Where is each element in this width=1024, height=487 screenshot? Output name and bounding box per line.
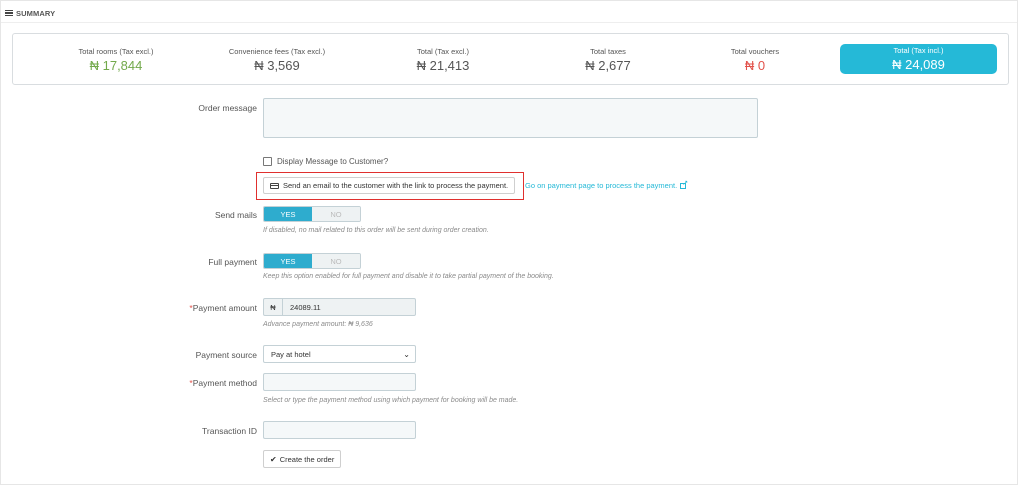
panel-title: SUMMARY (16, 8, 56, 18)
total-tax-incl-label: Total (Tax incl.) (893, 46, 944, 55)
total-vouchers: Total vouchers ₦ 0 (680, 34, 830, 86)
credit-card-icon (270, 182, 279, 189)
send-mails-help: If disabled, no mail related to this ord… (263, 227, 489, 234)
payment-method-label: *Payment method (189, 378, 257, 388)
payment-method-help: Select or type the payment method using … (263, 397, 519, 404)
external-link-icon (680, 179, 688, 189)
create-order-label: Create the order (279, 454, 335, 464)
order-message-textarea[interactable] (263, 98, 758, 138)
send-payment-email-label: Send an email to the customer with the l… (283, 181, 509, 190)
total-rooms: Total rooms (Tax excl.) ₦ 17,844 (41, 34, 191, 86)
display-message-option[interactable]: Display Message to Customer? (263, 157, 388, 166)
total-tax-excl-value: ₦ 21,413 (416, 58, 470, 73)
total-rooms-label: Total rooms (Tax excl.) (78, 47, 154, 56)
total-tax-excl: Total (Tax excl.) ₦ 21,413 (368, 34, 518, 86)
currency-symbol: ₦ (264, 299, 283, 315)
total-taxes: Total taxes ₦ 2,677 (533, 34, 683, 86)
order-message-label: Order message (198, 103, 257, 113)
total-vouchers-value: ₦ 0 (744, 58, 766, 73)
display-message-label: Display Message to Customer? (277, 157, 389, 166)
send-mails-toggle[interactable]: YES NO (263, 206, 361, 222)
checkmark-icon: ✔ (270, 454, 277, 464)
total-rooms-value: ₦ 17,844 (89, 58, 143, 73)
convenience-fees-value: ₦ 3,569 (254, 58, 300, 73)
transaction-id-input[interactable] (263, 421, 416, 439)
full-payment-yes[interactable]: YES (264, 254, 312, 268)
payment-page-link[interactable]: Go on payment page to process the paymen… (525, 179, 688, 191)
total-vouchers-label: Total vouchers (730, 47, 780, 56)
header-divider (1, 22, 1017, 23)
payment-source-value: Pay at hotel (271, 349, 311, 359)
total-tax-excl-label: Total (Tax excl.) (416, 47, 470, 56)
convenience-fees: Convenience fees (Tax excl.) ₦ 3,569 (202, 34, 352, 86)
chevron-down-icon: ⌄ (403, 349, 410, 359)
create-order-button[interactable]: ✔ Create the order (263, 450, 342, 468)
payment-amount-label-text: Payment amount (192, 303, 257, 313)
send-mails-label: Send mails (214, 210, 257, 220)
full-payment-no[interactable]: NO (312, 254, 360, 268)
send-mails-no[interactable]: NO (312, 207, 360, 221)
payment-page-link-text: Go on payment page to process the paymen… (525, 181, 678, 190)
send-mails-yes[interactable]: YES (264, 207, 312, 221)
full-payment-help: Keep this option enabled for full paymen… (263, 273, 554, 280)
convenience-fees-label: Convenience fees (Tax excl.) (228, 47, 326, 56)
payment-source-label: Payment source (195, 350, 257, 360)
payment-amount-input[interactable]: ₦ 24089.11 (263, 298, 416, 316)
transaction-id-label: Transaction ID (202, 426, 257, 436)
payment-amount-value: 24089.11 (290, 302, 321, 312)
advance-payment-help: Advance payment amount: ₦ 9,636 (263, 321, 373, 328)
full-payment-label: Full payment (208, 257, 257, 267)
total-tax-incl: Total (Tax incl.) ₦ 24,089 (840, 44, 997, 74)
payment-source-select[interactable]: Pay at hotel ⌄ (263, 345, 416, 363)
send-payment-email-button[interactable]: Send an email to the customer with the l… (263, 177, 516, 194)
payment-method-label-text: Payment method (192, 378, 257, 388)
display-message-checkbox[interactable] (263, 157, 272, 166)
total-tax-incl-value: ₦ 24,089 (892, 57, 945, 72)
total-taxes-label: Total taxes (590, 47, 626, 56)
payment-method-input[interactable] (263, 373, 416, 391)
list-icon (5, 10, 13, 16)
totals-summary: Total rooms (Tax excl.) ₦ 17,844 Conveni… (12, 33, 1009, 85)
full-payment-toggle[interactable]: YES NO (263, 253, 361, 269)
panel-header: SUMMARY (5, 6, 55, 20)
payment-amount-label: *Payment amount (189, 303, 257, 313)
total-taxes-value: ₦ 2,677 (585, 58, 631, 73)
